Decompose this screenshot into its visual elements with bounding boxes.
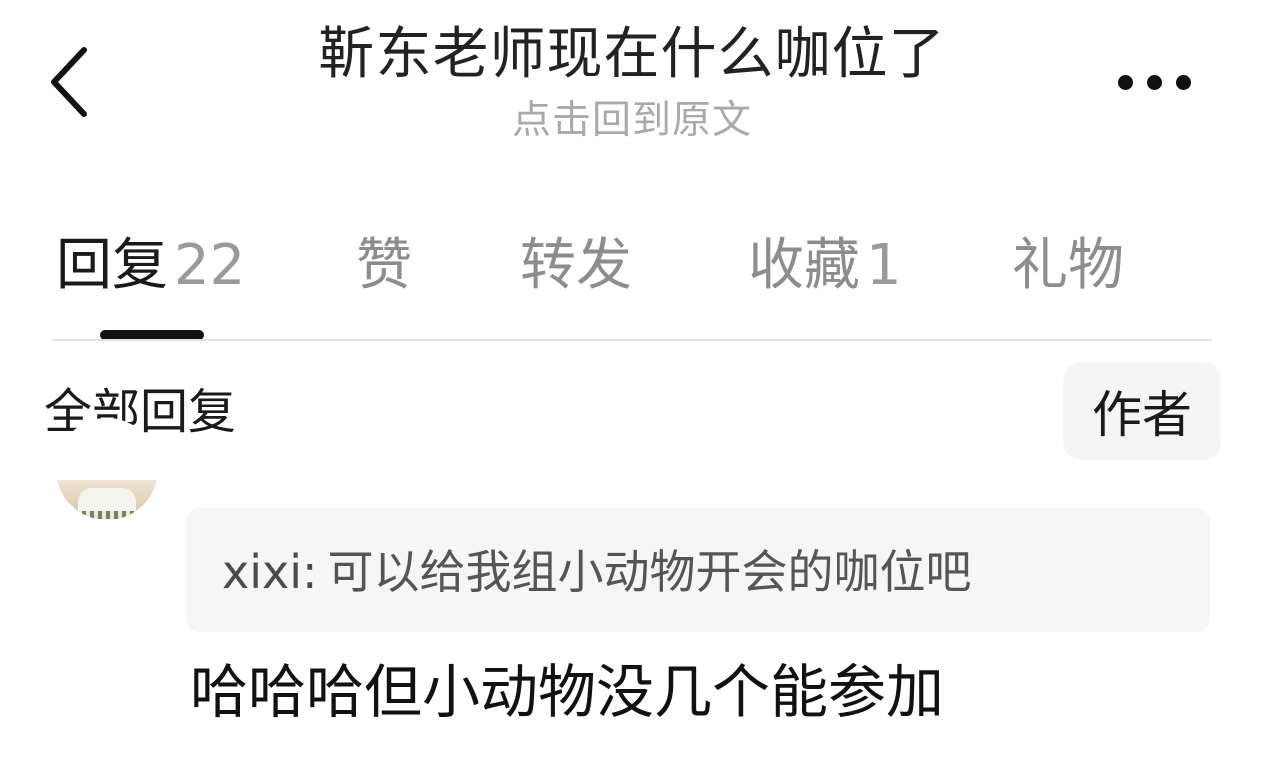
reply-text: 哈哈哈但小动物没几个能参加 (190, 658, 945, 726)
tab-bar: 回复 22 赞 转发 收藏 1 礼物 (0, 232, 1264, 302)
tab-likes[interactable]: 赞 (356, 232, 412, 300)
tabs-divider (52, 339, 1212, 341)
tab-label: 转发 (520, 233, 632, 298)
quoted-username[interactable]: xixi (222, 545, 302, 599)
tab-favorites[interactable]: 收藏 1 (748, 232, 902, 300)
tab-count: 22 (174, 233, 246, 298)
header-title-block[interactable]: 靳东老师现在什么咖位了 点击回到原文 (0, 18, 1264, 146)
tab-reposts[interactable]: 转发 (520, 232, 632, 300)
quoted-comment[interactable]: xixi: 可以给我组小动物开会的咖位吧 (186, 508, 1210, 632)
tab-replies[interactable]: 回复 22 (56, 232, 245, 300)
quote-colon: : (302, 545, 318, 599)
tab-label: 收藏 (748, 233, 860, 298)
more-button[interactable] (1110, 62, 1198, 102)
quoted-comment-text: xixi: 可以给我组小动物开会的咖位吧 (222, 542, 972, 602)
author-filter-button[interactable]: 作者 (1063, 362, 1221, 460)
avatar[interactable] (56, 418, 158, 520)
more-dots-icon (1117, 74, 1133, 90)
more-dots-icon (1175, 74, 1191, 90)
thread-reply-page: 靳东老师现在什么咖位了 点击回到原文 回复 22 赞 转发 收藏 1 礼物 全部回复… (0, 0, 1264, 765)
more-dots-icon (1146, 74, 1162, 90)
page-title: 靳东老师现在什么咖位了 (318, 22, 946, 87)
quoted-text: 可以给我组小动物开会的咖位吧 (327, 545, 972, 599)
tab-gifts[interactable]: 礼物 (1012, 232, 1124, 300)
tab-label: 礼物 (1012, 233, 1124, 298)
tab-label: 赞 (356, 233, 412, 298)
back-to-original-link[interactable]: 点击回到原文 (0, 96, 1264, 146)
tab-count: 1 (866, 233, 902, 298)
tab-label: 回复 (56, 233, 168, 298)
